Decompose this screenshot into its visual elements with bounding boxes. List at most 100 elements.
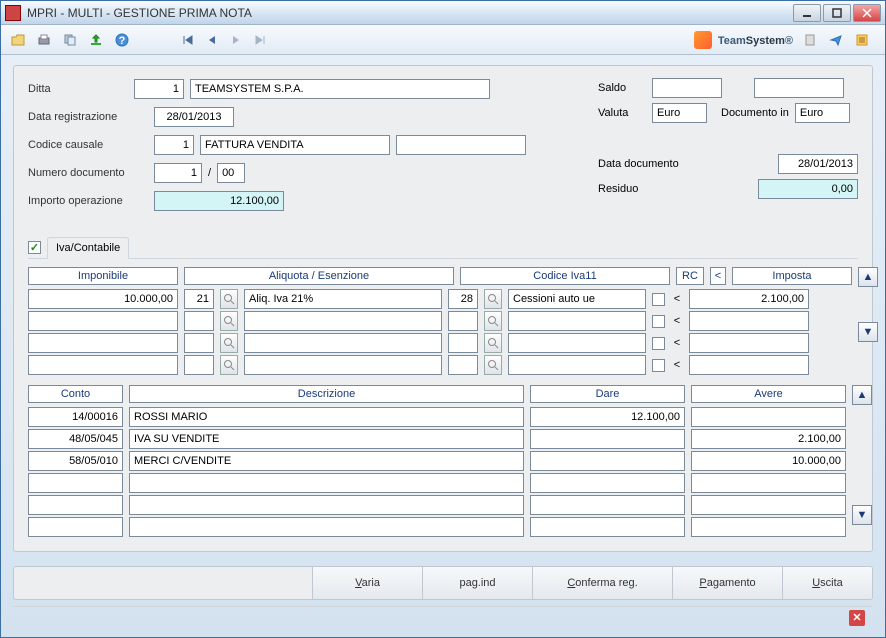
help-icon[interactable]: ?: [111, 29, 133, 51]
dare-input[interactable]: [530, 429, 685, 449]
descr-input[interactable]: [129, 517, 524, 537]
clipboard-icon[interactable]: [799, 29, 821, 51]
cod-caus-extra-input[interactable]: [396, 135, 526, 155]
aliq-desc-input[interactable]: [244, 311, 442, 331]
dare-input[interactable]: [530, 407, 685, 427]
aliq-desc-input[interactable]: [244, 289, 442, 309]
imponibile-input[interactable]: [28, 333, 178, 353]
nav-first-icon[interactable]: [177, 29, 199, 51]
iva-contabile-checkbox[interactable]: ✓: [28, 241, 41, 254]
status-close-icon[interactable]: ✕: [849, 610, 865, 626]
aliq-lookup-icon[interactable]: [220, 333, 238, 353]
conto-input[interactable]: [28, 495, 123, 515]
imposta-input[interactable]: [689, 289, 809, 309]
aliq-lookup-icon[interactable]: [220, 311, 238, 331]
descr-input[interactable]: [129, 495, 524, 515]
iva11-lookup-icon[interactable]: [484, 355, 502, 375]
rc-checkbox[interactable]: [652, 359, 665, 372]
iva11-code-input[interactable]: [448, 311, 478, 331]
send-icon[interactable]: [825, 29, 847, 51]
rc-checkbox[interactable]: [652, 293, 665, 306]
conto-input[interactable]: [28, 473, 123, 493]
num-doc-b-input[interactable]: [217, 163, 245, 183]
valuta-input[interactable]: [652, 103, 707, 123]
pagind-button[interactable]: pag.ind: [422, 567, 532, 599]
imposta-input[interactable]: [689, 333, 809, 353]
rc-checkbox[interactable]: [652, 337, 665, 350]
avere-input[interactable]: [691, 407, 846, 427]
conferma-button[interactable]: Conferma reg.: [532, 567, 672, 599]
imposta-input[interactable]: [689, 355, 809, 375]
iva11-code-input[interactable]: [448, 333, 478, 353]
doc-in-input[interactable]: [795, 103, 850, 123]
imp-op-input[interactable]: [154, 191, 284, 211]
imponibile-input[interactable]: [28, 311, 178, 331]
avere-input[interactable]: [691, 451, 846, 471]
nav-prev-icon[interactable]: [201, 29, 223, 51]
saldo-extra-input[interactable]: [754, 78, 844, 98]
avere-input[interactable]: [691, 495, 846, 515]
pagamento-button[interactable]: Pagamento: [672, 567, 782, 599]
nav-last-icon[interactable]: [249, 29, 271, 51]
dare-input[interactable]: [530, 495, 685, 515]
imposta-input[interactable]: [689, 311, 809, 331]
conto-scroll-up[interactable]: ▲: [852, 385, 872, 405]
avere-input[interactable]: [691, 517, 846, 537]
nav-next-icon[interactable]: [225, 29, 247, 51]
list-icon[interactable]: [851, 29, 873, 51]
iva11-desc-input[interactable]: [508, 289, 646, 309]
export-icon[interactable]: [85, 29, 107, 51]
conto-input[interactable]: [28, 407, 123, 427]
data-reg-input[interactable]: [154, 107, 234, 127]
conto-input[interactable]: [28, 517, 123, 537]
aliq-code-input[interactable]: [184, 289, 214, 309]
dare-input[interactable]: [530, 451, 685, 471]
iva11-lookup-icon[interactable]: [484, 333, 502, 353]
iva-scroll-down[interactable]: ▼: [858, 322, 878, 342]
copy-icon[interactable]: [59, 29, 81, 51]
dare-input[interactable]: [530, 517, 685, 537]
cod-caus-num-input[interactable]: [154, 135, 194, 155]
aliq-code-input[interactable]: [184, 311, 214, 331]
data-doc-input[interactable]: [778, 154, 858, 174]
iva11-desc-input[interactable]: [508, 355, 646, 375]
descr-input[interactable]: [129, 473, 524, 493]
iva11-desc-input[interactable]: [508, 311, 646, 331]
tab-iva-contabile[interactable]: Iva/Contabile: [47, 237, 129, 259]
open-icon[interactable]: [7, 29, 29, 51]
varia-button[interactable]: Varia: [312, 567, 422, 599]
aliq-lookup-icon[interactable]: [220, 289, 238, 309]
minimize-button[interactable]: [793, 4, 821, 22]
num-doc-a-input[interactable]: [154, 163, 202, 183]
print-icon[interactable]: [33, 29, 55, 51]
close-button[interactable]: [853, 4, 881, 22]
conto-input[interactable]: [28, 429, 123, 449]
conto-input[interactable]: [28, 451, 123, 471]
iva-scroll-up[interactable]: ▲: [858, 267, 878, 287]
cod-caus-desc-input[interactable]: [200, 135, 390, 155]
iva11-desc-input[interactable]: [508, 333, 646, 353]
iva11-lookup-icon[interactable]: [484, 311, 502, 331]
ditta-num-input[interactable]: [134, 79, 184, 99]
avere-input[interactable]: [691, 473, 846, 493]
ditta-name-input[interactable]: [190, 79, 490, 99]
descr-input[interactable]: [129, 407, 524, 427]
imponibile-input[interactable]: [28, 355, 178, 375]
rc-checkbox[interactable]: [652, 315, 665, 328]
descr-input[interactable]: [129, 451, 524, 471]
dare-input[interactable]: [530, 473, 685, 493]
residuo-input[interactable]: [758, 179, 858, 199]
conto-scroll-down[interactable]: ▼: [852, 505, 872, 525]
aliq-code-input[interactable]: [184, 333, 214, 353]
iva11-code-input[interactable]: [448, 355, 478, 375]
aliq-lookup-icon[interactable]: [220, 355, 238, 375]
maximize-button[interactable]: [823, 4, 851, 22]
iva11-code-input[interactable]: [448, 289, 478, 309]
saldo-input[interactable]: [652, 78, 722, 98]
avere-input[interactable]: [691, 429, 846, 449]
iva11-lookup-icon[interactable]: [484, 289, 502, 309]
aliq-code-input[interactable]: [184, 355, 214, 375]
aliq-desc-input[interactable]: [244, 355, 442, 375]
imponibile-input[interactable]: [28, 289, 178, 309]
aliq-desc-input[interactable]: [244, 333, 442, 353]
